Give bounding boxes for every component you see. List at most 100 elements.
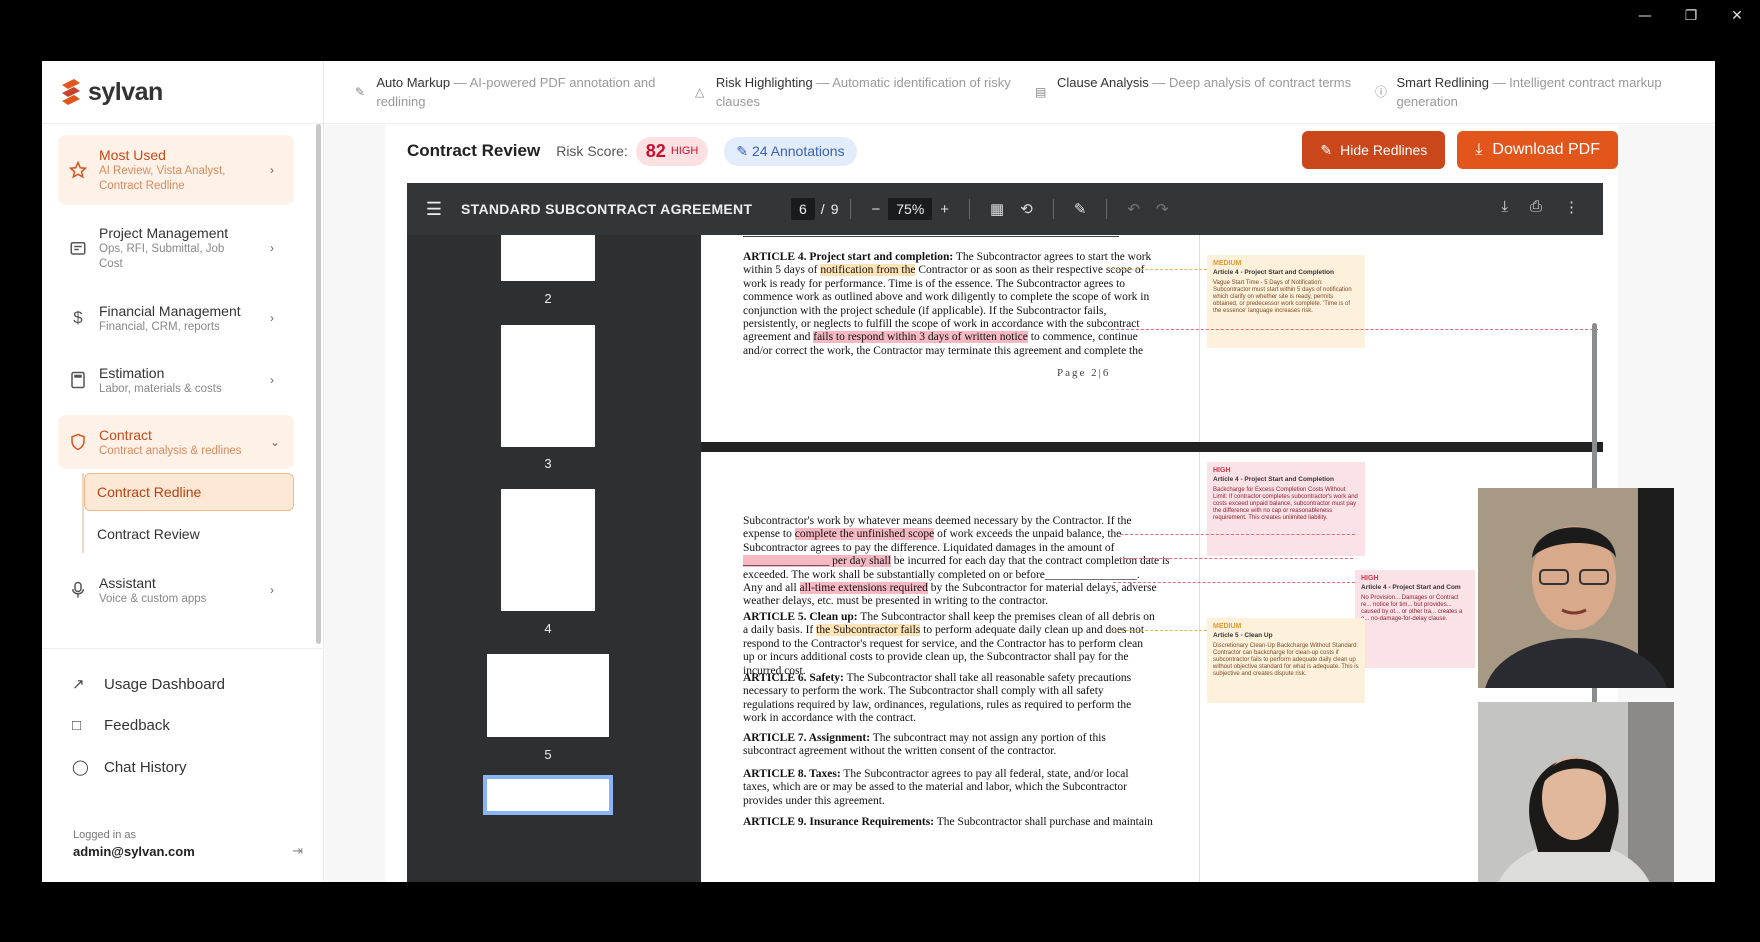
annotations-badge[interactable]: ✎ 24 Annotations: [724, 136, 857, 166]
thumbnail-page-selected[interactable]: [483, 775, 613, 815]
document-line: ARTICLE 7. Assignment: The subcontract m…: [743, 732, 1106, 744]
zoom-out-icon[interactable]: −: [871, 201, 880, 218]
action-buttons: ✎ Hide Redlines ⤓ Download PDF: [1290, 131, 1618, 169]
document-line: exceeded. The work shall be substantiall…: [743, 568, 1140, 581]
document-line: up or incurs additional costs to provide…: [743, 651, 1129, 664]
hide-redlines-button[interactable]: ✎ Hide Redlines: [1302, 131, 1446, 169]
download-pdf-button[interactable]: ⤓ Download PDF: [1457, 131, 1618, 169]
rotate-icon[interactable]: ⟲: [1020, 200, 1033, 218]
zoom-level[interactable]: 75%: [888, 198, 933, 220]
undo-icon[interactable]: ↶: [1127, 200, 1140, 218]
page-input[interactable]: 6: [791, 198, 815, 220]
thumbnail-label: 3: [544, 456, 552, 471]
close-icon[interactable]: ✕: [1714, 0, 1760, 32]
webcam-participant-1: [1478, 488, 1674, 688]
trending-up-icon: ↗: [72, 676, 85, 693]
document-line: conjunction with the project schedule (i…: [743, 304, 1107, 317]
restore-icon[interactable]: ❐: [1668, 0, 1714, 32]
document-line: and/or correct the work, the Contractor …: [743, 344, 1144, 357]
sidebar-item-assistant[interactable]: Assistant Voice & custom apps ›: [58, 563, 294, 617]
pdf-page: ARTICLE 4. Project start and completion:…: [701, 235, 1603, 442]
document-line: ARTICLE 9. Insurance Requirements: The S…: [743, 816, 1153, 828]
fit-page-icon[interactable]: ▦: [990, 200, 1004, 218]
nav-label: Financial Management: [99, 302, 241, 319]
sidebar-item-contract[interactable]: Contract Contract analysis & redlines ⌄: [58, 415, 294, 469]
page-separator: /: [820, 201, 825, 217]
note-title: Article 4 - Project Start and Completion: [1213, 269, 1334, 276]
download-icon[interactable]: ⤓: [1501, 198, 1508, 216]
sidebar-item-estimation[interactable]: Estimation Labor, materials & costs ›: [58, 353, 294, 407]
thumbnail-page[interactable]: [501, 325, 595, 447]
sidebar-item-project-management[interactable]: Project Management Ops, RFI, Submittal, J…: [58, 213, 294, 283]
zoom-in-icon[interactable]: +: [940, 201, 949, 218]
chevron-right-icon: ›: [270, 163, 274, 177]
risk-score-label: Risk Score:: [556, 143, 628, 159]
sidebar-scrollbar[interactable]: [316, 124, 321, 644]
menu-icon[interactable]: ☰: [407, 199, 461, 220]
document-line: Subcontractor's work by whatever means d…: [743, 515, 1132, 527]
annotation-icon: ✎: [736, 142, 749, 159]
page-break: [701, 442, 1603, 452]
logout-icon[interactable]: ⇥: [292, 843, 303, 859]
redo-icon[interactable]: ↷: [1156, 200, 1169, 218]
sidebar-item-most-used[interactable]: Most Used AI Review, Vista Analyst, Contr…: [58, 135, 294, 205]
sidebar-item-financial-management[interactable]: $ Financial Management Financial, CRM, re…: [58, 291, 294, 345]
annotate-icon[interactable]: ✎: [1074, 200, 1087, 218]
minimize-icon[interactable]: —: [1622, 0, 1668, 32]
pdf-right-tools: ⤓ ⎙ ⋮: [1479, 198, 1579, 216]
nav-sublabel: Contract analysis & redlines: [99, 444, 242, 457]
annotation-note-medium[interactable]: MEDIUM Article 4 - Project Start and Com…: [1207, 255, 1365, 348]
document-line: subcontract agreement without the writte…: [743, 745, 1057, 758]
sidebar-item-contract-review[interactable]: Contract Review: [84, 515, 294, 553]
thumbnail-page[interactable]: [501, 235, 595, 281]
note-body: Discretionary Clean-Up Backcharge Withou…: [1213, 643, 1359, 677]
warning-icon: △: [695, 85, 705, 99]
feature-name: Auto Markup: [376, 75, 451, 90]
usage-dashboard-link[interactable]: ↗ Usage Dashboard: [42, 663, 324, 705]
feature-risk-highlighting: △ Risk Highlighting — Automatic identific…: [695, 61, 1035, 123]
chevron-right-icon: ›: [270, 583, 274, 597]
print-icon[interactable]: ⎙: [1530, 198, 1542, 216]
nav-sublabel: Financial, CRM, reports: [99, 320, 220, 333]
annotation-note-high[interactable]: HIGH Article 4 - Project Start and Compl…: [1207, 462, 1365, 556]
feature-name: Smart Redlining: [1396, 75, 1489, 90]
thumbnail-page[interactable]: [501, 489, 595, 611]
brand-logo[interactable]: sylvan: [42, 61, 323, 124]
document-line: within 5 days of notification from the C…: [743, 264, 1145, 277]
sidebar-item-contract-redline[interactable]: Contract Redline: [84, 473, 294, 511]
brand-name: sylvan: [88, 77, 163, 106]
document-line: ARTICLE 4. Project start and completion:…: [743, 251, 1152, 263]
document-line: provides under this agreement.: [743, 794, 885, 807]
feature-auto-markup: ✎ Auto Markup — AI-powered PDF annotation…: [355, 61, 695, 123]
chevron-right-icon: ›: [270, 311, 274, 325]
annotations-count: 24 Annotations: [751, 142, 845, 159]
page-total: 9: [830, 201, 839, 217]
document-line: Any and all all-time extensions required…: [743, 582, 1157, 594]
login-info: Logged in as admin@sylvan.com ⇥: [73, 829, 303, 859]
download-icon: ⤓: [1475, 141, 1483, 158]
contract-submenu: Contract Redline Contract Review: [82, 473, 294, 553]
annotation-note-high[interactable]: HIGH Article 4 - Project Start and Com N…: [1355, 570, 1475, 668]
feature-clause-analysis: ▤ Clause Analysis — Deep analysis of cont…: [1035, 61, 1375, 123]
document-line: a daily basis. If the Subcontractor fail…: [743, 624, 1145, 637]
nav-label: Project Management: [99, 225, 229, 241]
risk-score-badge: 82 HIGH: [635, 136, 709, 166]
feedback-link[interactable]: □ Feedback: [42, 705, 324, 746]
nav-label: Estimation: [99, 364, 165, 381]
features-bar: ✎ Auto Markup — AI-powered PDF annotation…: [325, 61, 1715, 124]
hide-redlines-label: Hide Redlines: [1340, 142, 1428, 158]
thumbnail-label: 2: [544, 291, 552, 306]
chat-history-link[interactable]: ◯ Chat History: [42, 746, 324, 788]
shield-icon: [68, 432, 88, 452]
annotation-note-medium[interactable]: MEDIUM Article 5 - Clean Up Discretionar…: [1207, 618, 1365, 703]
page-indicator: 6 / 9: [791, 198, 838, 220]
risk-score-value: 82: [645, 140, 666, 161]
chat-bubble-icon: ◯: [72, 759, 89, 776]
page-footer: Page 2|6: [1057, 367, 1111, 379]
more-options-icon[interactable]: ⋮: [1564, 198, 1579, 216]
thumbnail-panel: 2 3 4 5: [407, 235, 701, 882]
document-line: necessary to perform the work. The Subco…: [743, 685, 1104, 698]
note-body: Vague Start Time - 5 Days of Notificatio…: [1213, 280, 1352, 314]
pdf-page: Subcontractor's work by whatever means d…: [701, 452, 1603, 882]
thumbnail-page[interactable]: [487, 654, 609, 737]
